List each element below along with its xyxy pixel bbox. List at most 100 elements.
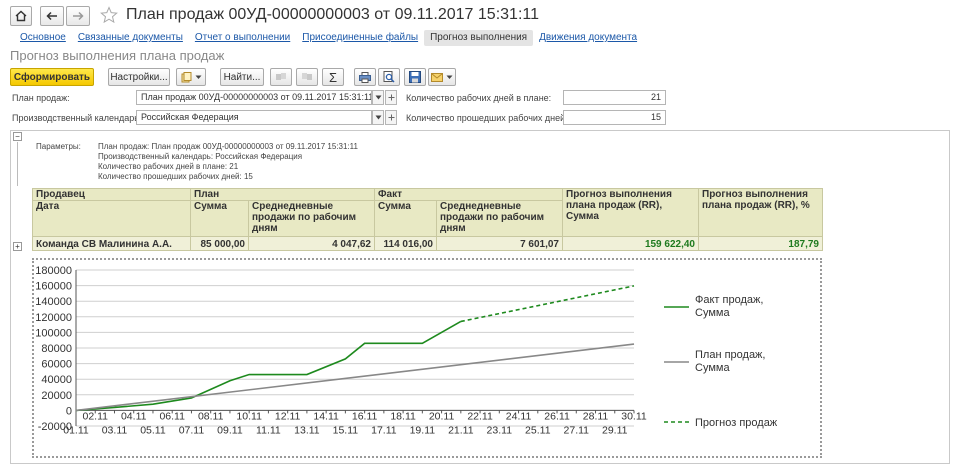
header-forecast-pct: Прогноз выполнения плана продаж (RR), % <box>698 188 823 237</box>
send-dropdown-button[interactable] <box>428 68 456 86</box>
x-tick-label: 16.11 <box>352 410 378 422</box>
window-title: План продаж 00УД-00000000003 от 09.11.20… <box>126 6 539 23</box>
report-variants-icon <box>181 71 191 82</box>
series-line-2 <box>460 285 635 323</box>
next-match-button[interactable] <box>296 68 318 86</box>
params-line: План продаж: План продаж 00УД-0000000000… <box>98 142 358 151</box>
header-plan-avg: Среднедневные продажи по рабочим дням <box>248 200 375 237</box>
x-tick-label: 11.11 <box>256 424 281 436</box>
x-tick-label: 08.11 <box>198 410 224 422</box>
passed-days-label: Количество прошедших рабочих дней: <box>406 113 568 123</box>
header-plan: План <box>190 188 375 201</box>
y-tick-label: 180000 <box>35 265 72 277</box>
dropdown-arrow-icon <box>446 75 453 79</box>
params-label: Параметры: <box>36 142 81 151</box>
x-tick-label: 14.11 <box>313 410 339 422</box>
header-fact: Факт <box>374 188 563 201</box>
x-tick-label: 01.11 <box>63 424 89 436</box>
y-tick-label: 20000 <box>41 390 72 402</box>
sum-button[interactable]: Σ <box>322 68 344 86</box>
save-button[interactable] <box>404 68 426 86</box>
sales-chart-svg: -200000200004000060000800001000001200001… <box>35 265 778 436</box>
x-tick-label: 04.11 <box>121 410 147 422</box>
table-row[interactable]: Команда СВ Малинина А.А. 85 000,00 4 047… <box>32 236 823 251</box>
arrow-left-icon <box>46 11 57 21</box>
printer-icon <box>359 71 371 83</box>
x-tick-label: 05.11 <box>140 424 166 436</box>
legend-label: Прогноз продаж <box>695 417 778 429</box>
prev-match-button[interactable] <box>270 68 292 86</box>
y-tick-label: 140000 <box>35 296 72 308</box>
legend-label: План продаж, <box>695 349 765 361</box>
envelope-icon <box>431 72 443 82</box>
home-icon <box>15 10 27 22</box>
row-plan-avg: 4 047,62 <box>248 236 375 251</box>
passed-days-field[interactable]: 15 <box>563 110 666 125</box>
tab-document-movements[interactable]: Движения документа <box>533 30 643 46</box>
tab-execution-report[interactable]: Отчет о выполнении <box>189 30 296 46</box>
legend-label: Сумма <box>695 307 730 319</box>
x-tick-label: 22.11 <box>467 410 493 422</box>
legend-label: Сумма <box>695 362 730 374</box>
x-tick-label: 13.11 <box>294 424 320 436</box>
header-fact-avg: Среднедневные продажи по рабочим дням <box>436 200 563 237</box>
home-button[interactable] <box>10 6 32 26</box>
params-line: Количество прошедших рабочих дней: 15 <box>98 172 253 181</box>
x-tick-label: 24.11 <box>506 410 532 422</box>
y-tick-label: 100000 <box>35 327 72 339</box>
params-group-toggle[interactable]: − <box>13 132 22 141</box>
settings-button[interactable]: Настройки... <box>108 68 170 86</box>
calendar-dropdown-button[interactable] <box>372 110 384 125</box>
tab-attached-files[interactable]: Присоединенные файлы <box>296 30 424 46</box>
tab-main[interactable]: Основное <box>14 30 72 46</box>
print-preview-icon <box>383 71 395 83</box>
work-days-label: Количество рабочих дней в плане: <box>406 93 552 103</box>
header-plan-sum: Сумма <box>190 200 249 237</box>
find-button[interactable]: Найти... <box>220 68 264 86</box>
plan-open-button[interactable] <box>385 90 397 105</box>
x-tick-label: 15.11 <box>333 424 359 436</box>
series-line-1 <box>75 343 635 412</box>
x-tick-label: 21.11 <box>448 424 474 436</box>
x-tick-label: 10.11 <box>236 410 262 422</box>
y-tick-label: 60000 <box>41 359 72 371</box>
legend-label: Факт продаж, <box>695 294 763 306</box>
row-forecast-sum: 159 622,40 <box>562 236 699 251</box>
x-tick-label: 23.11 <box>487 424 513 436</box>
x-tick-label: 07.11 <box>179 424 205 436</box>
x-tick-label: 18.11 <box>390 410 416 422</box>
y-tick-label: 80000 <box>41 343 72 355</box>
report-table: Продавец План Факт Прогноз выполнения пл… <box>32 188 823 251</box>
calendar-field[interactable]: Российская Федерация <box>136 110 372 125</box>
calendar-open-button[interactable] <box>385 110 397 125</box>
sales-chart: -20000 0 20000 40000 60000 80000 100000 120000 1… <box>32 258 822 458</box>
y-tick-label: 0 <box>66 405 72 417</box>
dropdown-arrow-icon <box>375 95 381 100</box>
x-tick-label: 30.11 <box>621 410 647 422</box>
tab-forecast[interactable]: Прогноз выполнения <box>424 30 534 46</box>
x-tick-label: 02.11 <box>82 410 108 422</box>
section-tabs: Основное Связанные документы Отчет о вып… <box>14 30 643 46</box>
row-plan-sum: 85 000,00 <box>190 236 249 251</box>
page-title: Прогноз выполнения плана продаж <box>10 48 225 63</box>
plan-field[interactable]: План продаж 00УД-00000000003 от 09.11.20… <box>136 90 372 105</box>
x-tick-label: 12.11 <box>275 410 301 422</box>
back-button[interactable] <box>40 6 64 26</box>
generate-button[interactable]: Сформировать <box>10 68 94 86</box>
find-previous-icon <box>276 73 286 80</box>
x-tick-label: 06.11 <box>159 410 185 422</box>
x-tick-label: 29.11 <box>602 424 628 436</box>
print-button[interactable] <box>354 68 376 86</box>
work-days-field[interactable]: 21 <box>563 90 666 105</box>
favorite-star-button[interactable] <box>100 6 118 26</box>
forward-button[interactable] <box>66 6 90 26</box>
tab-related-docs[interactable]: Связанные документы <box>72 30 189 46</box>
variants-dropdown-button[interactable] <box>176 68 206 86</box>
x-tick-label: 26.11 <box>544 410 570 422</box>
plan-dropdown-button[interactable] <box>372 90 384 105</box>
preview-button[interactable] <box>378 68 400 86</box>
header-forecast-sum: Прогноз выполнения плана продаж (RR), Су… <box>562 188 699 237</box>
find-next-icon <box>302 73 312 80</box>
row-expand-toggle[interactable]: + <box>13 242 22 251</box>
x-tick-label: 03.11 <box>102 424 128 436</box>
